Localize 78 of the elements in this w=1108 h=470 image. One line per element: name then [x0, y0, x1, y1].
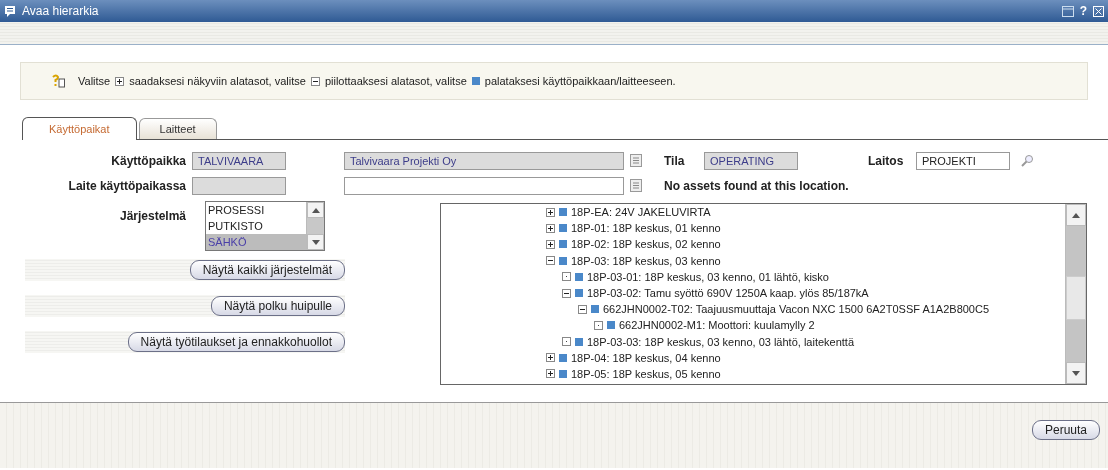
tab[interactable]: Käyttöpaikat	[22, 117, 137, 140]
square-icon[interactable]	[559, 224, 567, 233]
tree-item[interactable]: 18P-03-01: 18P keskus, 03 kenno, 01 lähtö, kisko	[587, 270, 829, 283]
square-icon[interactable]	[559, 240, 567, 249]
square-icon[interactable]	[575, 272, 583, 281]
collapse-icon[interactable]	[578, 304, 587, 314]
search-icon[interactable]	[1020, 153, 1034, 168]
hint-text: saadaksesi näkyviin alatasot, valitse	[129, 75, 306, 87]
expand-icon[interactable]	[546, 223, 555, 233]
expand-icon[interactable]	[546, 353, 555, 363]
up-arrow-icon[interactable]	[311, 207, 320, 213]
comment-icon	[4, 5, 16, 17]
collapse-icon[interactable]	[310, 76, 320, 86]
leaf-icon	[594, 320, 603, 330]
square-icon[interactable]	[575, 337, 583, 346]
tab[interactable]: Laitteet	[138, 118, 217, 139]
tree-item[interactable]: 18P-03: 18P keskus, 03 kenno	[571, 254, 721, 267]
window-icon[interactable]	[1061, 5, 1074, 17]
tree-item[interactable]: 18P-03-03: 18P keskus, 03 kenno, 03 lähtö, laitekenttä	[587, 335, 855, 348]
list-icon[interactable]	[630, 179, 642, 192]
list-item[interactable]: PUTKISTO	[206, 218, 306, 234]
list-icon[interactable]	[630, 154, 642, 167]
expand-icon[interactable]	[546, 239, 555, 249]
square-icon[interactable]	[559, 369, 567, 378]
tree-item[interactable]: 18P-04: 18P keskus, 04 kenno	[571, 351, 721, 364]
site-field[interactable]: PROJEKTI	[916, 151, 1010, 170]
tree-item[interactable]: 18P-02: 18P keskus, 02 kenno	[571, 238, 721, 251]
square-icon[interactable]	[559, 256, 567, 265]
action-button[interactable]: Näytä polku huipulle	[210, 296, 345, 316]
field-label: Tila	[664, 153, 686, 168]
system-list[interactable]: PROSESSI PUTKISTO SÄHKÖ	[205, 201, 325, 251]
scroll-thumb[interactable]	[1066, 276, 1086, 320]
cancel-button[interactable]: Peruuta	[1031, 420, 1100, 440]
field-label: Laite käyttöpaikassa	[67, 178, 187, 193]
action-button[interactable]: Näytä kaikki järjestelmät	[189, 260, 345, 280]
hint-text: piilottaaksesi alatasot, valitse	[324, 75, 467, 87]
tree-item[interactable]: 662JHN0002-M1: Moottori: kuulamylly 2	[619, 319, 815, 332]
square-icon[interactable]	[607, 321, 615, 330]
status-message: No assets found at this location.	[664, 178, 849, 193]
tree-item[interactable]: 18P-01: 18P keskus, 01 kenno	[571, 222, 721, 235]
tree-item[interactable]: 18P-EA: 24V JAKELUVIRTA	[571, 206, 711, 219]
hint-text: Valitse	[78, 75, 111, 87]
window-title: Avaa hierarkia	[22, 4, 100, 18]
description-field[interactable]	[344, 176, 624, 195]
down-arrow-icon[interactable]	[1072, 370, 1080, 376]
square-icon[interactable]	[575, 289, 583, 298]
square-icon[interactable]	[591, 305, 599, 314]
close-icon[interactable]	[1093, 5, 1104, 17]
expand-icon[interactable]	[115, 76, 125, 86]
square-icon[interactable]	[559, 353, 567, 362]
tree-item[interactable]: 18P-03-02: Tamu syöttö 690V 1250A kaap. ylös 85/187kA	[587, 287, 869, 300]
down-arrow-icon[interactable]	[311, 239, 320, 245]
square-icon[interactable]	[471, 77, 480, 85]
scrollbar[interactable]	[306, 202, 324, 250]
collapse-icon[interactable]	[562, 288, 571, 298]
field-label: Käyttöpaikka	[110, 153, 187, 168]
expand-icon[interactable]	[546, 207, 555, 217]
square-icon[interactable]	[559, 208, 567, 217]
field-label: Järjestelmä	[118, 208, 187, 223]
expand-icon[interactable]	[546, 369, 555, 379]
hint-text: palataksesi käyttöpaikkaan/laitteeseen.	[484, 75, 676, 87]
up-arrow-icon[interactable]	[1072, 212, 1080, 218]
tree-item[interactable]: 662JHN0002-T02: Taajuusmuuttaja Vacon NXC 1500 6A2T0SSF A1A2B800C5	[603, 303, 990, 316]
description-field[interactable]: Talvivaara Projekti Oy	[344, 151, 624, 170]
scrollbar[interactable]	[1065, 204, 1086, 384]
collapse-icon[interactable]	[546, 256, 555, 266]
leaf-icon	[562, 337, 571, 347]
tree-item[interactable]: 18P-05: 18P keskus, 05 kenno	[571, 367, 721, 380]
leaf-icon	[562, 272, 571, 282]
action-button[interactable]: Näytä työtilaukset ja ennakkohuollot	[127, 332, 345, 352]
help-button[interactable]: ?	[1079, 4, 1087, 18]
asset-field[interactable]	[192, 176, 286, 195]
location-field[interactable]: TALVIVAARA	[192, 151, 286, 170]
help-icon	[51, 74, 65, 88]
field-label: Laitos	[868, 153, 905, 168]
status-field[interactable]: OPERATING	[704, 151, 798, 170]
list-item[interactable]: SÄHKÖ	[206, 234, 306, 250]
list-item[interactable]: PROSESSI	[206, 202, 306, 218]
